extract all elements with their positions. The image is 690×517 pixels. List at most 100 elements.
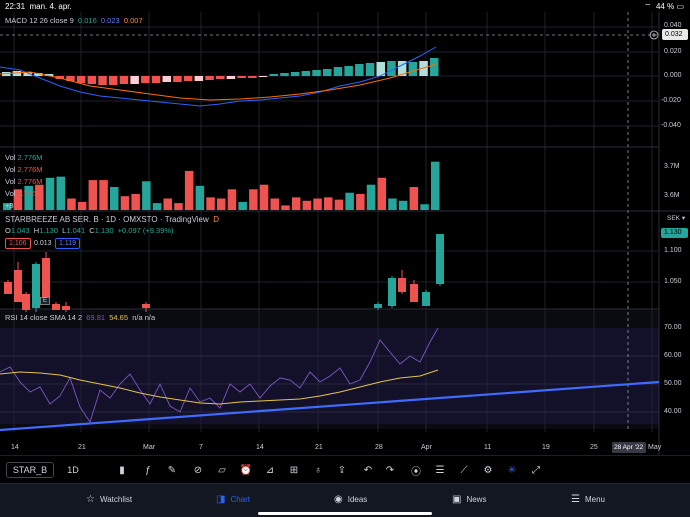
- macd-hist-bar: [173, 76, 182, 82]
- redo-icon[interactable]: ↷: [382, 462, 398, 478]
- volume-bar: [174, 203, 183, 210]
- macd-hist-bar: [344, 66, 353, 76]
- spread-value: 0.013: [34, 240, 52, 247]
- macd-hist-bar: [130, 76, 139, 84]
- status-bar: 22:31 man. 4. apr. ⌔ 44 % ▭: [0, 0, 690, 12]
- time-label-6: 28: [375, 444, 383, 451]
- volume-bar: [67, 198, 76, 210]
- macd-hist-bar: [430, 58, 439, 76]
- macd-hist-bar: [194, 76, 204, 81]
- volume-bar: [184, 170, 194, 210]
- settings-gear-icon[interactable]: ⚙: [480, 462, 496, 478]
- macd-hist-bar: [258, 76, 268, 77]
- currency-selector[interactable]: SEK ▾: [667, 214, 685, 222]
- share-icon[interactable]: ⇪: [334, 462, 350, 478]
- time-cursor-label: 28 Apr '22: [614, 444, 644, 451]
- draw-pencil-icon[interactable]: ✎: [164, 462, 180, 478]
- nav-chart[interactable]: ◨ Chart: [216, 491, 250, 507]
- undo-icon[interactable]: ↶: [360, 462, 376, 478]
- nav-chart-label: Chart: [230, 494, 251, 504]
- volume-bar: [217, 198, 226, 210]
- nav-watchlist[interactable]: ☆ Watchlist: [86, 491, 132, 507]
- volume-bar: [398, 200, 408, 210]
- macd-hist-bar: [248, 76, 257, 78]
- candle-body: [42, 258, 50, 298]
- chart-icon: ◨: [216, 493, 226, 505]
- nav-news-label: News: [466, 494, 487, 504]
- fullscreen-icon[interactable]: ⤢: [528, 462, 544, 478]
- rsi-tick-2: 50.00: [664, 380, 682, 387]
- price-tick-0: 1.100: [664, 247, 682, 254]
- macd-hist-bar: [205, 76, 214, 80]
- volume-legend[interactable]: Vol 2.776M: [5, 153, 43, 162]
- macd-hist-bar: [109, 76, 118, 85]
- interval-button[interactable]: 1D: [60, 462, 86, 478]
- volume-overlay-3: Vol 2.776M: [5, 189, 43, 198]
- nav-ideas[interactable]: ◉ Ideas: [334, 491, 367, 507]
- candle-body: [32, 264, 40, 308]
- volume-bar: [120, 196, 130, 210]
- volume-bars: [3, 161, 440, 210]
- price-legend-title[interactable]: STARBREEZE AB SER. B · 1D · OMXSTO · Tra…: [5, 215, 219, 224]
- macd-hist-bar: [216, 76, 225, 79]
- volume-bar: [227, 189, 237, 210]
- macd-hist-bar: [119, 76, 129, 84]
- chart-layout-icon[interactable]: ⊿: [262, 462, 278, 478]
- candle-type-icon[interactable]: ▮: [114, 462, 130, 478]
- volume-bar: [99, 180, 108, 210]
- compare-icon[interactable]: ☰: [432, 462, 448, 478]
- star-icon: ☆: [86, 493, 95, 505]
- macd-tick-3: -0.020: [661, 97, 681, 104]
- crosshair-icon[interactable]: ⊘: [190, 462, 206, 478]
- macd-hist-bar: [237, 76, 246, 78]
- chart-area[interactable]: MACD 12 26 close 9 0.016 0.023 0.007 0.0…: [0, 12, 690, 455]
- volume-bar: [431, 161, 440, 210]
- status-time: 22:31 man. 4. apr.: [5, 2, 72, 11]
- candle-body: [388, 278, 396, 306]
- alert-clock-icon[interactable]: ⏰: [238, 462, 254, 478]
- volume-bar: [238, 201, 247, 210]
- price-last-value: 1.130: [664, 229, 682, 236]
- macd-tick-4: -0.040: [661, 122, 681, 129]
- macd-hist-bar: [226, 76, 236, 79]
- volume-bar: [345, 192, 354, 210]
- measure-icon[interactable]: ▱: [214, 462, 230, 478]
- sell-price-button[interactable]: 1.106: [5, 238, 31, 249]
- nav-menu[interactable]: ☰ Menu: [571, 491, 605, 507]
- volume-bar: [291, 197, 301, 210]
- replay-icon[interactable]: ⦿: [408, 462, 424, 478]
- news-icon: ▣: [452, 493, 462, 505]
- rsi-tick-1: 60.00: [664, 352, 682, 359]
- menu-icon: ☰: [571, 493, 580, 505]
- home-indicator[interactable]: [258, 512, 432, 515]
- macd-hist-bar: [365, 63, 375, 76]
- idea-bulb-icon[interactable]: ♁: [310, 462, 326, 478]
- time-label-9: 19: [542, 444, 550, 451]
- volume-bar: [366, 184, 376, 210]
- volume-bar: [45, 177, 55, 210]
- rsi-legend[interactable]: RSI 14 close SMA 14 2 69.81 54.65 n/a n/…: [5, 313, 155, 322]
- macd-legend[interactable]: MACD 12 26 close 9 0.016 0.023 0.007: [5, 16, 143, 25]
- trend-line-tool-icon[interactable]: ⟋: [456, 462, 472, 478]
- candle-body: [142, 304, 150, 308]
- nav-news[interactable]: ▣ News: [452, 491, 486, 507]
- candle-body: [374, 304, 382, 308]
- ohlc-legend: O1.043 H1.130 L1.041 C1.130 +0.097 (+9.3…: [5, 226, 174, 235]
- volume-overlay-1: Vol 2.776M: [5, 165, 43, 174]
- magnet-icon[interactable]: ✳: [504, 462, 520, 478]
- rsi-tick-0: 70.00: [664, 324, 682, 331]
- macd-hist-bar: [408, 62, 418, 76]
- macd-hist-bar: [151, 76, 161, 83]
- volume-bar: [334, 199, 344, 210]
- grid-layout-icon[interactable]: ⊞: [286, 462, 302, 478]
- buy-price-button[interactable]: 1.119: [55, 238, 80, 249]
- more-indicators-count[interactable]: +8: [5, 201, 14, 210]
- symbol-search-button[interactable]: STAR_B: [6, 462, 54, 478]
- indicators-icon[interactable]: ƒ: [140, 462, 156, 478]
- volume-bar: [324, 197, 333, 210]
- volume-bar: [420, 204, 429, 210]
- candle-body: [14, 270, 22, 302]
- ideas-icon: ◉: [334, 493, 343, 505]
- volume-bar: [259, 184, 269, 210]
- earnings-event-marker[interactable]: E: [40, 297, 51, 305]
